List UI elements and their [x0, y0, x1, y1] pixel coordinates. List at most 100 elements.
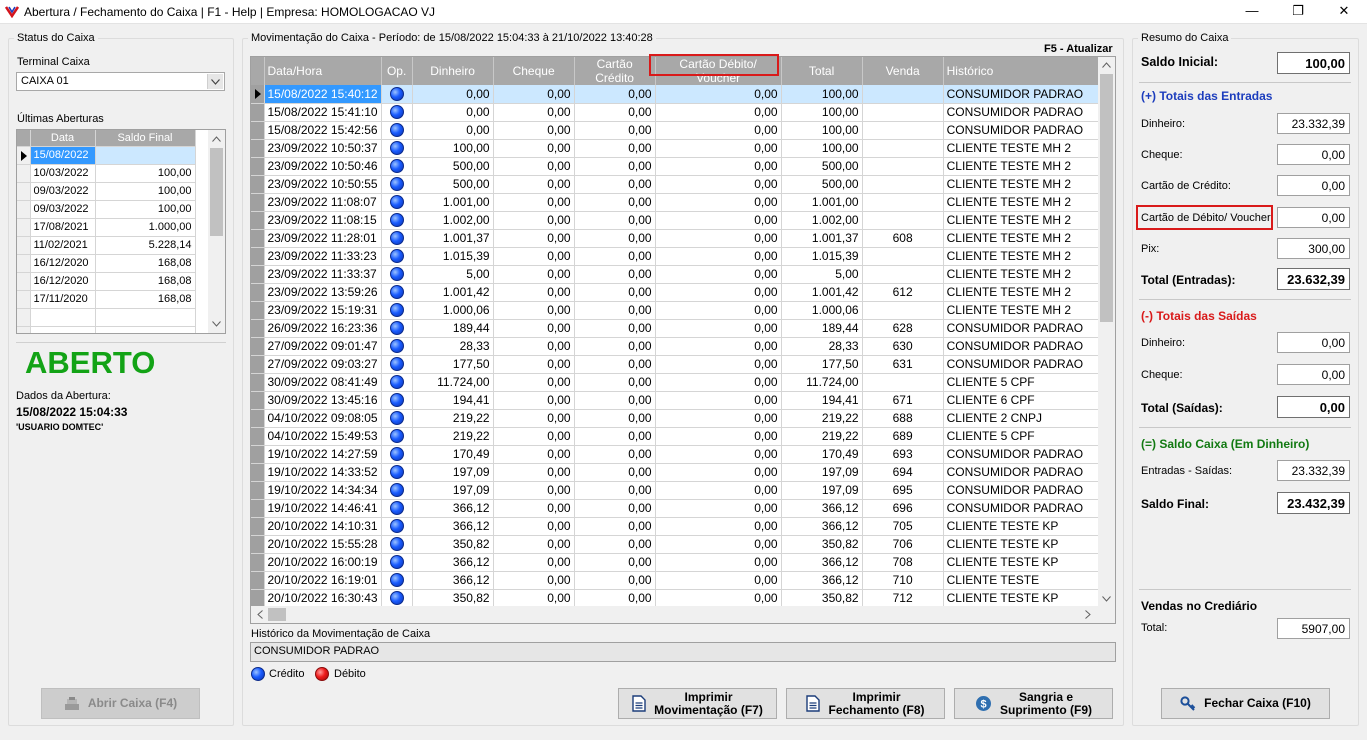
- cell-cartao-debito-voucher[interactable]: 0,00: [655, 193, 782, 212]
- cell-total[interactable]: 1.002,00: [781, 211, 863, 230]
- cell-cartao-debito-voucher[interactable]: 0,00: [655, 517, 782, 536]
- abertura-row[interactable]: 15/08/2022: [17, 146, 196, 165]
- cell-dinheiro[interactable]: 0,00: [412, 121, 494, 140]
- abrir-caixa-button[interactable]: Abrir Caixa (F4): [41, 688, 200, 719]
- op-cell[interactable]: [381, 373, 413, 392]
- cell-total[interactable]: 366,12: [781, 499, 863, 518]
- cell-cartao-debito-voucher[interactable]: 0,00: [655, 463, 782, 482]
- movimentacao-row[interactable]: 23/09/2022 11:28:01 1.001,37 0,00 0,00 0,00 1…: [251, 229, 1104, 248]
- cell-cartao-debito-voucher[interactable]: 0,00: [655, 445, 782, 464]
- cell-data-hora[interactable]: 23/09/2022 10:50:37: [264, 139, 382, 158]
- movimentacao-row[interactable]: 26/09/2022 16:23:36 189,44 0,00 0,00 0,00 189…: [251, 319, 1104, 338]
- op-cell[interactable]: [381, 229, 413, 248]
- movimentacao-row[interactable]: 15/08/2022 15:40:12 0,00 0,00 0,00 0,00 100,0…: [251, 85, 1104, 104]
- op-cell[interactable]: [381, 301, 413, 320]
- op-cell[interactable]: [381, 409, 413, 428]
- cell-cheque[interactable]: 0,00: [493, 391, 575, 410]
- hscroll-thumb[interactable]: [268, 608, 286, 621]
- cell-cartao-credito[interactable]: 0,00: [574, 121, 656, 140]
- cell-total[interactable]: 100,00: [781, 103, 863, 122]
- movimentacao-row[interactable]: 15/08/2022 15:42:56 0,00 0,00 0,00 0,00 100,0…: [251, 121, 1104, 140]
- cell-venda[interactable]: 671: [862, 391, 944, 410]
- cell-total[interactable]: 100,00: [781, 139, 863, 158]
- cell-dinheiro[interactable]: 194,41: [412, 391, 494, 410]
- cell-venda[interactable]: 710: [862, 571, 944, 590]
- col-header-op[interactable]: Op.: [381, 57, 413, 85]
- refresh-hint[interactable]: F5 - Atualizar: [1044, 43, 1113, 55]
- cell-venda[interactable]: 688: [862, 409, 944, 428]
- cell-total[interactable]: 197,09: [781, 481, 863, 500]
- cell-data-hora[interactable]: 23/09/2022 15:19:31: [264, 301, 382, 320]
- cell-cartao-debito-voucher[interactable]: 0,00: [655, 499, 782, 518]
- cell-data-hora[interactable]: 19/10/2022 14:46:41: [264, 499, 382, 518]
- col-header-historico[interactable]: Histórico: [943, 57, 1104, 85]
- abertura-data-cell[interactable]: 15/08/2022: [30, 146, 96, 165]
- cell-data-hora[interactable]: 15/08/2022 15:42:56: [264, 121, 382, 140]
- cell-venda[interactable]: 612: [862, 283, 944, 302]
- cell-dinheiro[interactable]: 189,44: [412, 319, 494, 338]
- cell-cheque[interactable]: 0,00: [493, 589, 575, 608]
- cell-dinheiro[interactable]: 0,00: [412, 85, 494, 104]
- cell-venda[interactable]: 705: [862, 517, 944, 536]
- cell-historico[interactable]: CONSUMIDOR PADRAO: [943, 121, 1104, 140]
- cell-historico[interactable]: CLIENTE TESTE MH 2: [943, 301, 1104, 320]
- cell-cartao-credito[interactable]: 0,00: [574, 301, 656, 320]
- cell-cartao-credito[interactable]: 0,00: [574, 193, 656, 212]
- cell-total[interactable]: 219,22: [781, 427, 863, 446]
- op-cell[interactable]: [381, 571, 413, 590]
- op-cell[interactable]: [381, 499, 413, 518]
- scroll-down-icon[interactable]: [1102, 596, 1111, 602]
- cell-cartao-debito-voucher[interactable]: 0,00: [655, 301, 782, 320]
- cell-total[interactable]: 500,00: [781, 175, 863, 194]
- cell-cartao-credito[interactable]: 0,00: [574, 265, 656, 284]
- cell-venda[interactable]: [862, 193, 944, 212]
- cell-dinheiro[interactable]: 197,09: [412, 481, 494, 500]
- cell-cheque[interactable]: 0,00: [493, 247, 575, 266]
- cell-total[interactable]: 170,49: [781, 445, 863, 464]
- ultimas-aberturas-grid[interactable]: Data Saldo Final 15/08/2022 10/03/2022 100…: [16, 129, 226, 334]
- cell-dinheiro[interactable]: 1.001,42: [412, 283, 494, 302]
- movimentacao-row[interactable]: 23/09/2022 15:19:31 1.000,06 0,00 0,00 0,00 1…: [251, 301, 1104, 320]
- cell-venda[interactable]: 695: [862, 481, 944, 500]
- cell-total[interactable]: 219,22: [781, 409, 863, 428]
- cell-venda[interactable]: 706: [862, 535, 944, 554]
- cell-cartao-credito[interactable]: 0,00: [574, 103, 656, 122]
- cell-total[interactable]: 177,50: [781, 355, 863, 374]
- cell-dinheiro[interactable]: 1.000,06: [412, 301, 494, 320]
- op-cell[interactable]: [381, 265, 413, 284]
- cell-venda[interactable]: [862, 157, 944, 176]
- cell-cartao-debito-voucher[interactable]: 0,00: [655, 373, 782, 392]
- cell-total[interactable]: 350,82: [781, 589, 863, 608]
- scroll-down-icon[interactable]: [212, 321, 221, 327]
- movimentacao-row[interactable]: 23/09/2022 10:50:37 100,00 0,00 0,00 0,00 100…: [251, 139, 1104, 158]
- cell-dinheiro[interactable]: 1.001,37: [412, 229, 494, 248]
- cell-historico[interactable]: CLIENTE TESTE MH 2: [943, 247, 1104, 266]
- cell-cheque[interactable]: 0,00: [493, 571, 575, 590]
- movimentacao-row[interactable]: 30/09/2022 13:45:16 194,41 0,00 0,00 0,00 194…: [251, 391, 1104, 410]
- cell-venda[interactable]: [862, 247, 944, 266]
- cell-venda[interactable]: [862, 373, 944, 392]
- cell-data-hora[interactable]: 04/10/2022 09:08:05: [264, 409, 382, 428]
- cell-historico[interactable]: CLIENTE TESTE MH 2: [943, 157, 1104, 176]
- cell-data-hora[interactable]: 23/09/2022 11:08:07: [264, 193, 382, 212]
- abertura-row[interactable]: 11/02/2021 5.228,14: [17, 236, 196, 255]
- op-cell[interactable]: [381, 517, 413, 536]
- cell-venda[interactable]: [862, 139, 944, 158]
- op-cell[interactable]: [381, 157, 413, 176]
- cell-dinheiro[interactable]: 350,82: [412, 589, 494, 608]
- abertura-data-cell[interactable]: 10/03/2022: [30, 164, 96, 183]
- abertura-row[interactable]: 16/12/2020 168,08: [17, 254, 196, 273]
- movimentacao-row[interactable]: 19/10/2022 14:27:59 170,49 0,00 0,00 0,00 170…: [251, 445, 1104, 464]
- movimentacao-row[interactable]: 19/10/2022 14:46:41 366,12 0,00 0,00 0,00 366…: [251, 499, 1104, 518]
- op-cell[interactable]: [381, 283, 413, 302]
- cell-cartao-credito[interactable]: 0,00: [574, 409, 656, 428]
- op-cell[interactable]: [381, 391, 413, 410]
- cell-data-hora[interactable]: 23/09/2022 10:50:55: [264, 175, 382, 194]
- movimentacao-row[interactable]: 23/09/2022 11:33:37 5,00 0,00 0,00 0,00 5,00 C…: [251, 265, 1104, 284]
- movimentacao-row[interactable]: 20/10/2022 14:10:31 366,12 0,00 0,00 0,00 366…: [251, 517, 1104, 536]
- cell-historico[interactable]: CONSUMIDOR PADRAO: [943, 85, 1104, 104]
- col-header-venda[interactable]: Venda: [862, 57, 944, 85]
- cell-data-hora[interactable]: 23/09/2022 11:33:23: [264, 247, 382, 266]
- cell-cartao-credito[interactable]: 0,00: [574, 373, 656, 392]
- cell-cheque[interactable]: 0,00: [493, 535, 575, 554]
